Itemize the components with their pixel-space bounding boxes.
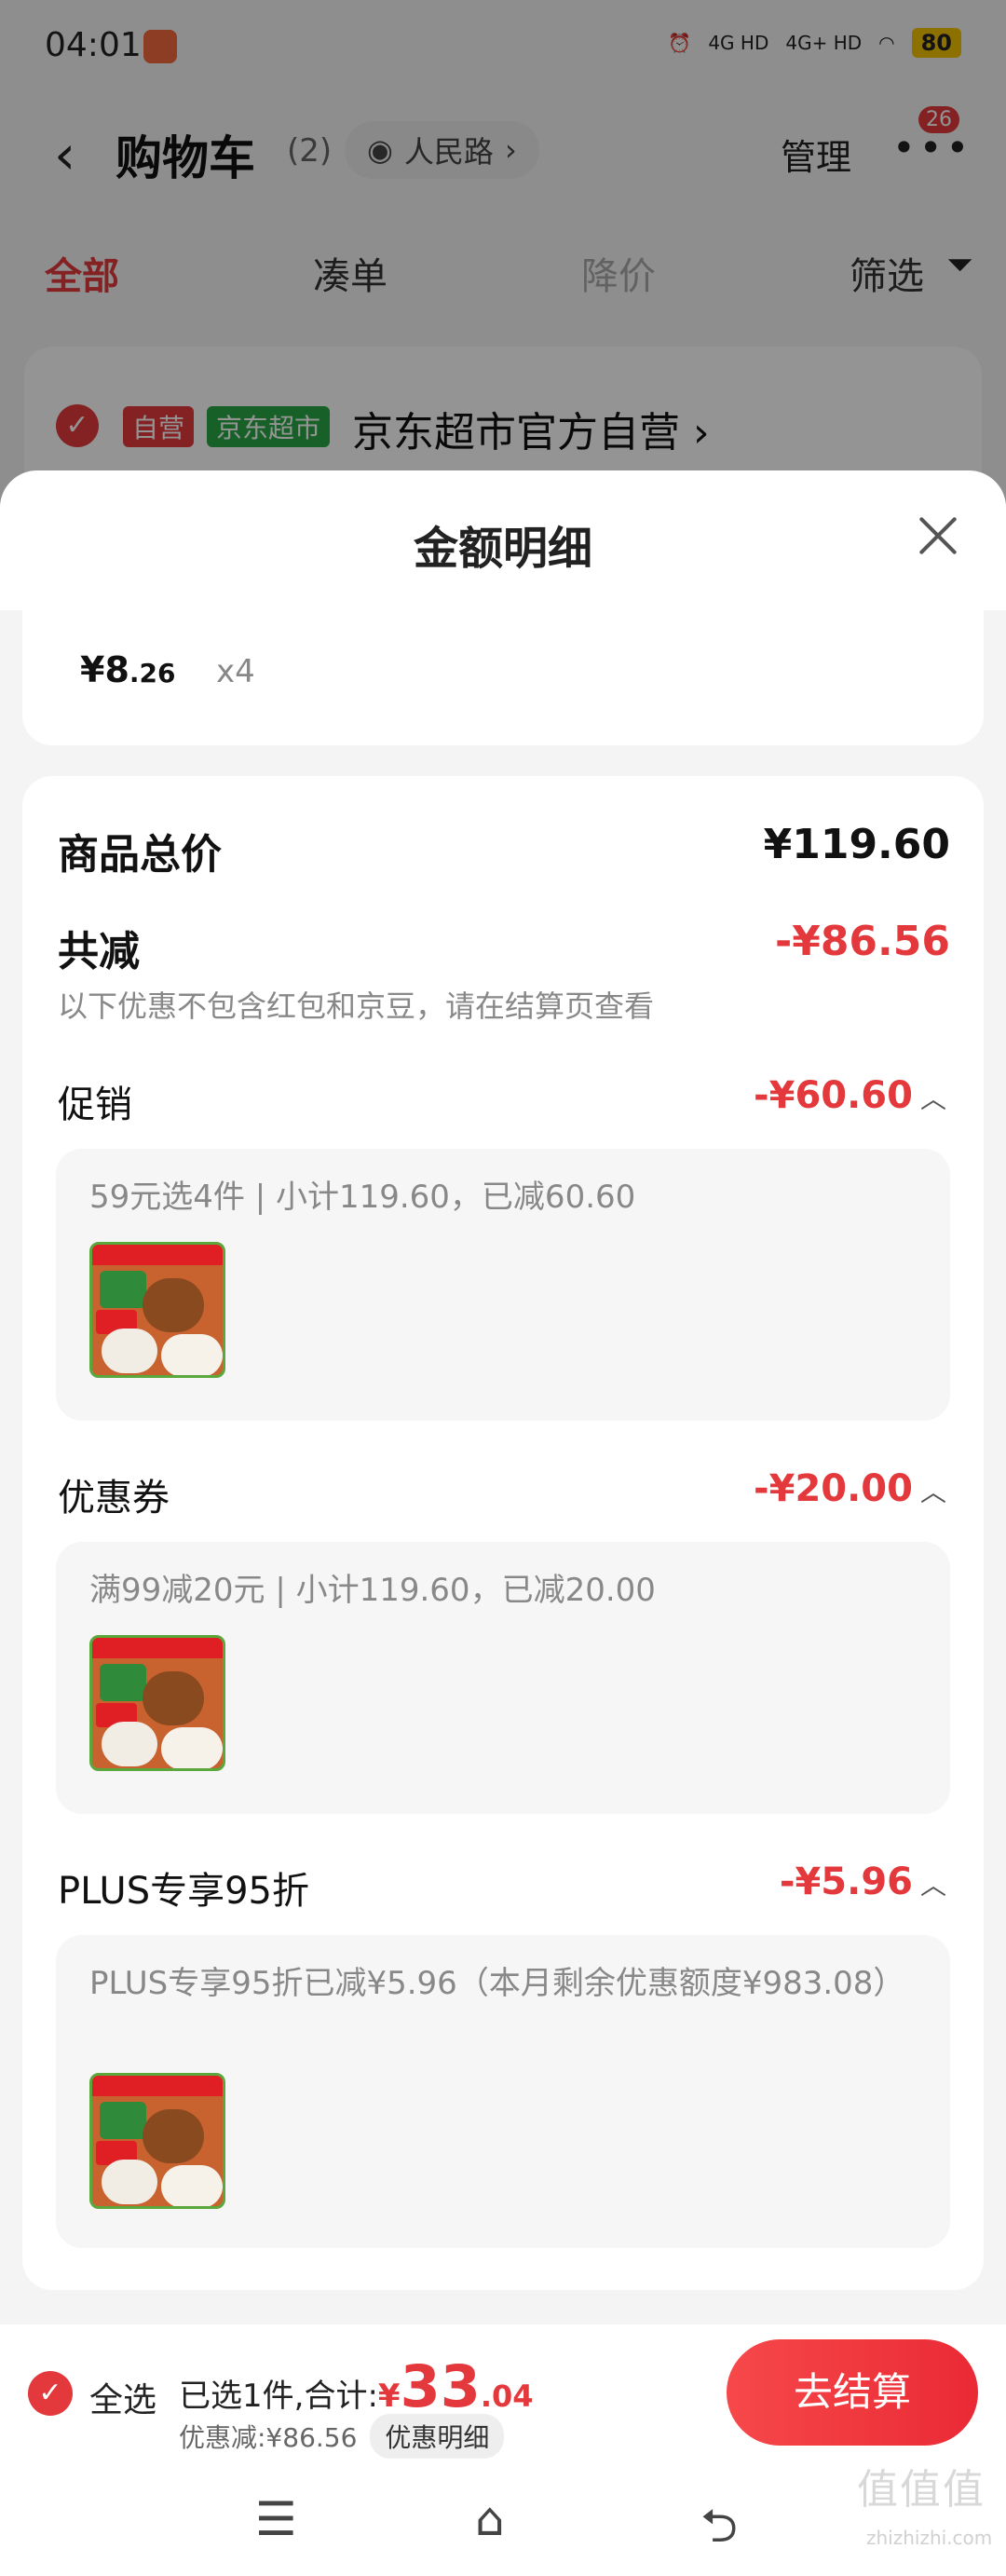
promotion-detail-text: 59元选4件 | 小计119.60，已减60.60 (89, 1179, 636, 1216)
product-thumbnail[interactable] (89, 1635, 225, 1771)
selected-summary-text: 已选1件,合计: (179, 2378, 378, 2415)
checkout-button[interactable]: 去结算 (727, 2339, 978, 2446)
home-icon[interactable]: ⌂ (475, 2492, 505, 2546)
selected-summary: 已选1件,合计: ¥ 33 .04 (179, 2352, 534, 2420)
item-price-int: ¥8 (80, 649, 129, 690)
discount-detail-card: 商品总价 ¥119.60 共减 -¥86.56 以下优惠不包含红包和京豆，请在结… (22, 776, 984, 2290)
coupon-toggle[interactable]: -¥20.00 ︿ (754, 1467, 946, 1510)
sheet-header: 金额明细 (0, 470, 1006, 610)
chevron-up-icon: ︿ (919, 1477, 946, 1507)
close-icon[interactable] (913, 511, 961, 560)
coupon-detail-text: 满99减20元 | 小计119.60，已减20.00 (89, 1572, 656, 1609)
promotion-detail-box: 59元选4件 | 小计119.60，已减60.60 (56, 1149, 950, 1421)
item-summary-card: ¥8.26 x4 (22, 610, 984, 745)
checkout-bar: ✓ 全选 已选1件,合计: ¥ 33 .04 优惠减:¥86.56 优惠明细 去… (0, 2324, 1006, 2464)
total-currency: ¥ (377, 2378, 401, 2415)
goods-total-label: 商品总价 (58, 831, 222, 879)
promotion-label: 促销 (58, 1084, 132, 1126)
plus-discount-label: PLUS专享95折 (58, 1870, 309, 1913)
item-price-dec: .26 (129, 658, 176, 688)
menu-icon[interactable]: ☰ (255, 2492, 297, 2546)
discount-detail-button[interactable]: 优惠明细 (370, 2414, 505, 2459)
system-navigation-bar: ☰ ⌂ ⮌ (0, 2464, 1006, 2576)
back-icon[interactable]: ⮌ (700, 2492, 738, 2571)
plus-discount-value: -¥5.96 (779, 1860, 913, 1903)
coupon-value: -¥20.00 (754, 1467, 913, 1510)
select-all-label[interactable]: 全选 (89, 2373, 156, 2421)
total-discount-label: 共减 (58, 928, 140, 975)
watermark: 值值值 (857, 2466, 986, 2514)
chevron-up-icon: ︿ (919, 1084, 946, 1114)
product-thumbnail[interactable] (89, 2073, 225, 2209)
plus-detail-text: PLUS专享95折已减¥5.96（本月剩余优惠额度¥983.08） (89, 1965, 905, 2002)
total-dec: .04 (480, 2378, 534, 2414)
goods-total-value: ¥119.60 (763, 821, 950, 868)
watermark-url: zhizhizhi.com (866, 2527, 993, 2549)
coupon-detail-box: 满99减20元 | 小计119.60，已减20.00 (56, 1542, 950, 1814)
discount-note: 以下优惠不包含红包和京豆，请在结算页查看 (58, 988, 655, 1024)
promotion-toggle[interactable]: -¥60.60 ︿ (754, 1074, 946, 1117)
total-price: ¥ 33 .04 (378, 2352, 534, 2420)
modal-overlay[interactable] (0, 0, 1006, 522)
item-price: ¥8.26 (80, 649, 176, 690)
discount-summary: 优惠减:¥86.56 优惠明细 (179, 2414, 505, 2459)
amount-detail-sheet: 金额明细 ¥8.26 x4 商品总价 ¥119.60 共减 -¥86.56 以下… (0, 470, 1006, 2324)
total-discount-value: -¥86.56 (774, 918, 950, 965)
plus-detail-box: PLUS专享95折已减¥5.96（本月剩余优惠额度¥983.08） (56, 1935, 950, 2248)
chevron-up-icon: ︿ (919, 1870, 946, 1901)
discount-text: 优惠减:¥86.56 (179, 2422, 358, 2453)
promotion-value: -¥60.60 (754, 1074, 913, 1117)
total-int: 33 (400, 2352, 481, 2420)
product-thumbnail[interactable] (89, 1242, 225, 1378)
sheet-title: 金额明细 (413, 523, 592, 575)
plus-discount-toggle[interactable]: -¥5.96 ︿ (780, 1860, 946, 1903)
coupon-label: 优惠券 (58, 1477, 170, 1520)
select-all-checkbox[interactable]: ✓ (28, 2371, 73, 2416)
item-quantity: x4 (216, 653, 255, 690)
